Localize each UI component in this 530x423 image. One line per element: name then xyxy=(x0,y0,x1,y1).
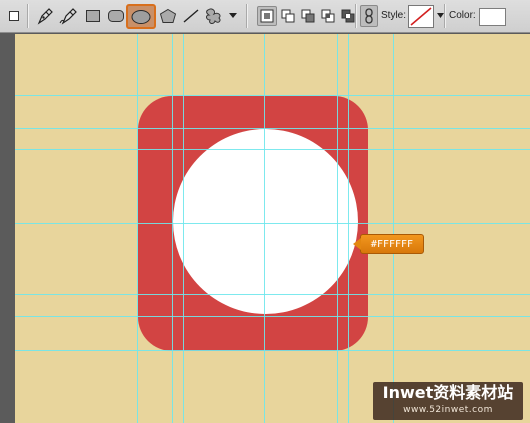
subtract-from-shape-area-button[interactable] xyxy=(298,6,318,26)
guide-vertical[interactable] xyxy=(393,34,394,423)
add-to-shape-area-button[interactable] xyxy=(278,6,298,26)
toolbar-divider xyxy=(355,4,356,28)
guide-vertical[interactable] xyxy=(337,34,338,423)
guide-horizontal[interactable] xyxy=(15,149,530,150)
options-bar: Style: Color: xyxy=(0,0,530,33)
guide-vertical[interactable] xyxy=(137,34,138,423)
guide-horizontal[interactable] xyxy=(15,95,530,96)
guide-horizontal[interactable] xyxy=(15,128,530,129)
toolbar-divider xyxy=(444,4,445,28)
guide-horizontal[interactable] xyxy=(15,294,530,295)
style-label: Style: xyxy=(381,10,407,21)
watermark-url: www.52inwet.com xyxy=(403,405,493,415)
guide-vertical[interactable] xyxy=(264,34,265,423)
link-layer-style-button[interactable] xyxy=(360,5,378,27)
guide-horizontal[interactable] xyxy=(15,350,530,351)
color-callout-tag: #FFFFFF xyxy=(353,234,424,254)
color-label: Color: xyxy=(449,10,476,21)
guide-vertical[interactable] xyxy=(172,34,173,423)
ellipse-tool-icon[interactable] xyxy=(126,4,156,29)
color-swatch[interactable] xyxy=(479,8,506,26)
new-shape-layer-button[interactable] xyxy=(257,6,277,26)
intersect-shape-areas-button[interactable] xyxy=(318,6,338,26)
custom-shape-tool-icon[interactable] xyxy=(203,5,225,27)
guide-horizontal[interactable] xyxy=(15,223,530,224)
document-canvas[interactable]: #FFFFFF xyxy=(15,34,530,423)
style-dropdown-icon[interactable] xyxy=(436,5,444,27)
watermark-title: Inwet资料素材站 xyxy=(382,383,514,402)
square-icon[interactable] xyxy=(7,5,21,27)
watermark-logo: Inwet资料素材站 www.52inwet.com xyxy=(373,382,523,420)
rounded-rectangle-tool-icon[interactable] xyxy=(106,5,126,27)
toolbar-divider xyxy=(27,4,28,28)
custom-shape-dropdown-icon[interactable] xyxy=(228,5,238,27)
guide-horizontal[interactable] xyxy=(15,316,530,317)
guide-vertical[interactable] xyxy=(348,34,349,423)
white-circle-shape xyxy=(173,129,358,314)
line-tool-icon[interactable] xyxy=(181,5,201,27)
style-picker[interactable] xyxy=(408,5,434,28)
pen-tool-icon[interactable] xyxy=(35,5,55,27)
guide-vertical[interactable] xyxy=(183,34,184,423)
freeform-pen-icon[interactable] xyxy=(58,5,80,27)
polygon-tool-icon[interactable] xyxy=(158,5,178,27)
toolbar-divider xyxy=(246,4,247,28)
rectangle-tool-icon[interactable] xyxy=(84,5,102,27)
